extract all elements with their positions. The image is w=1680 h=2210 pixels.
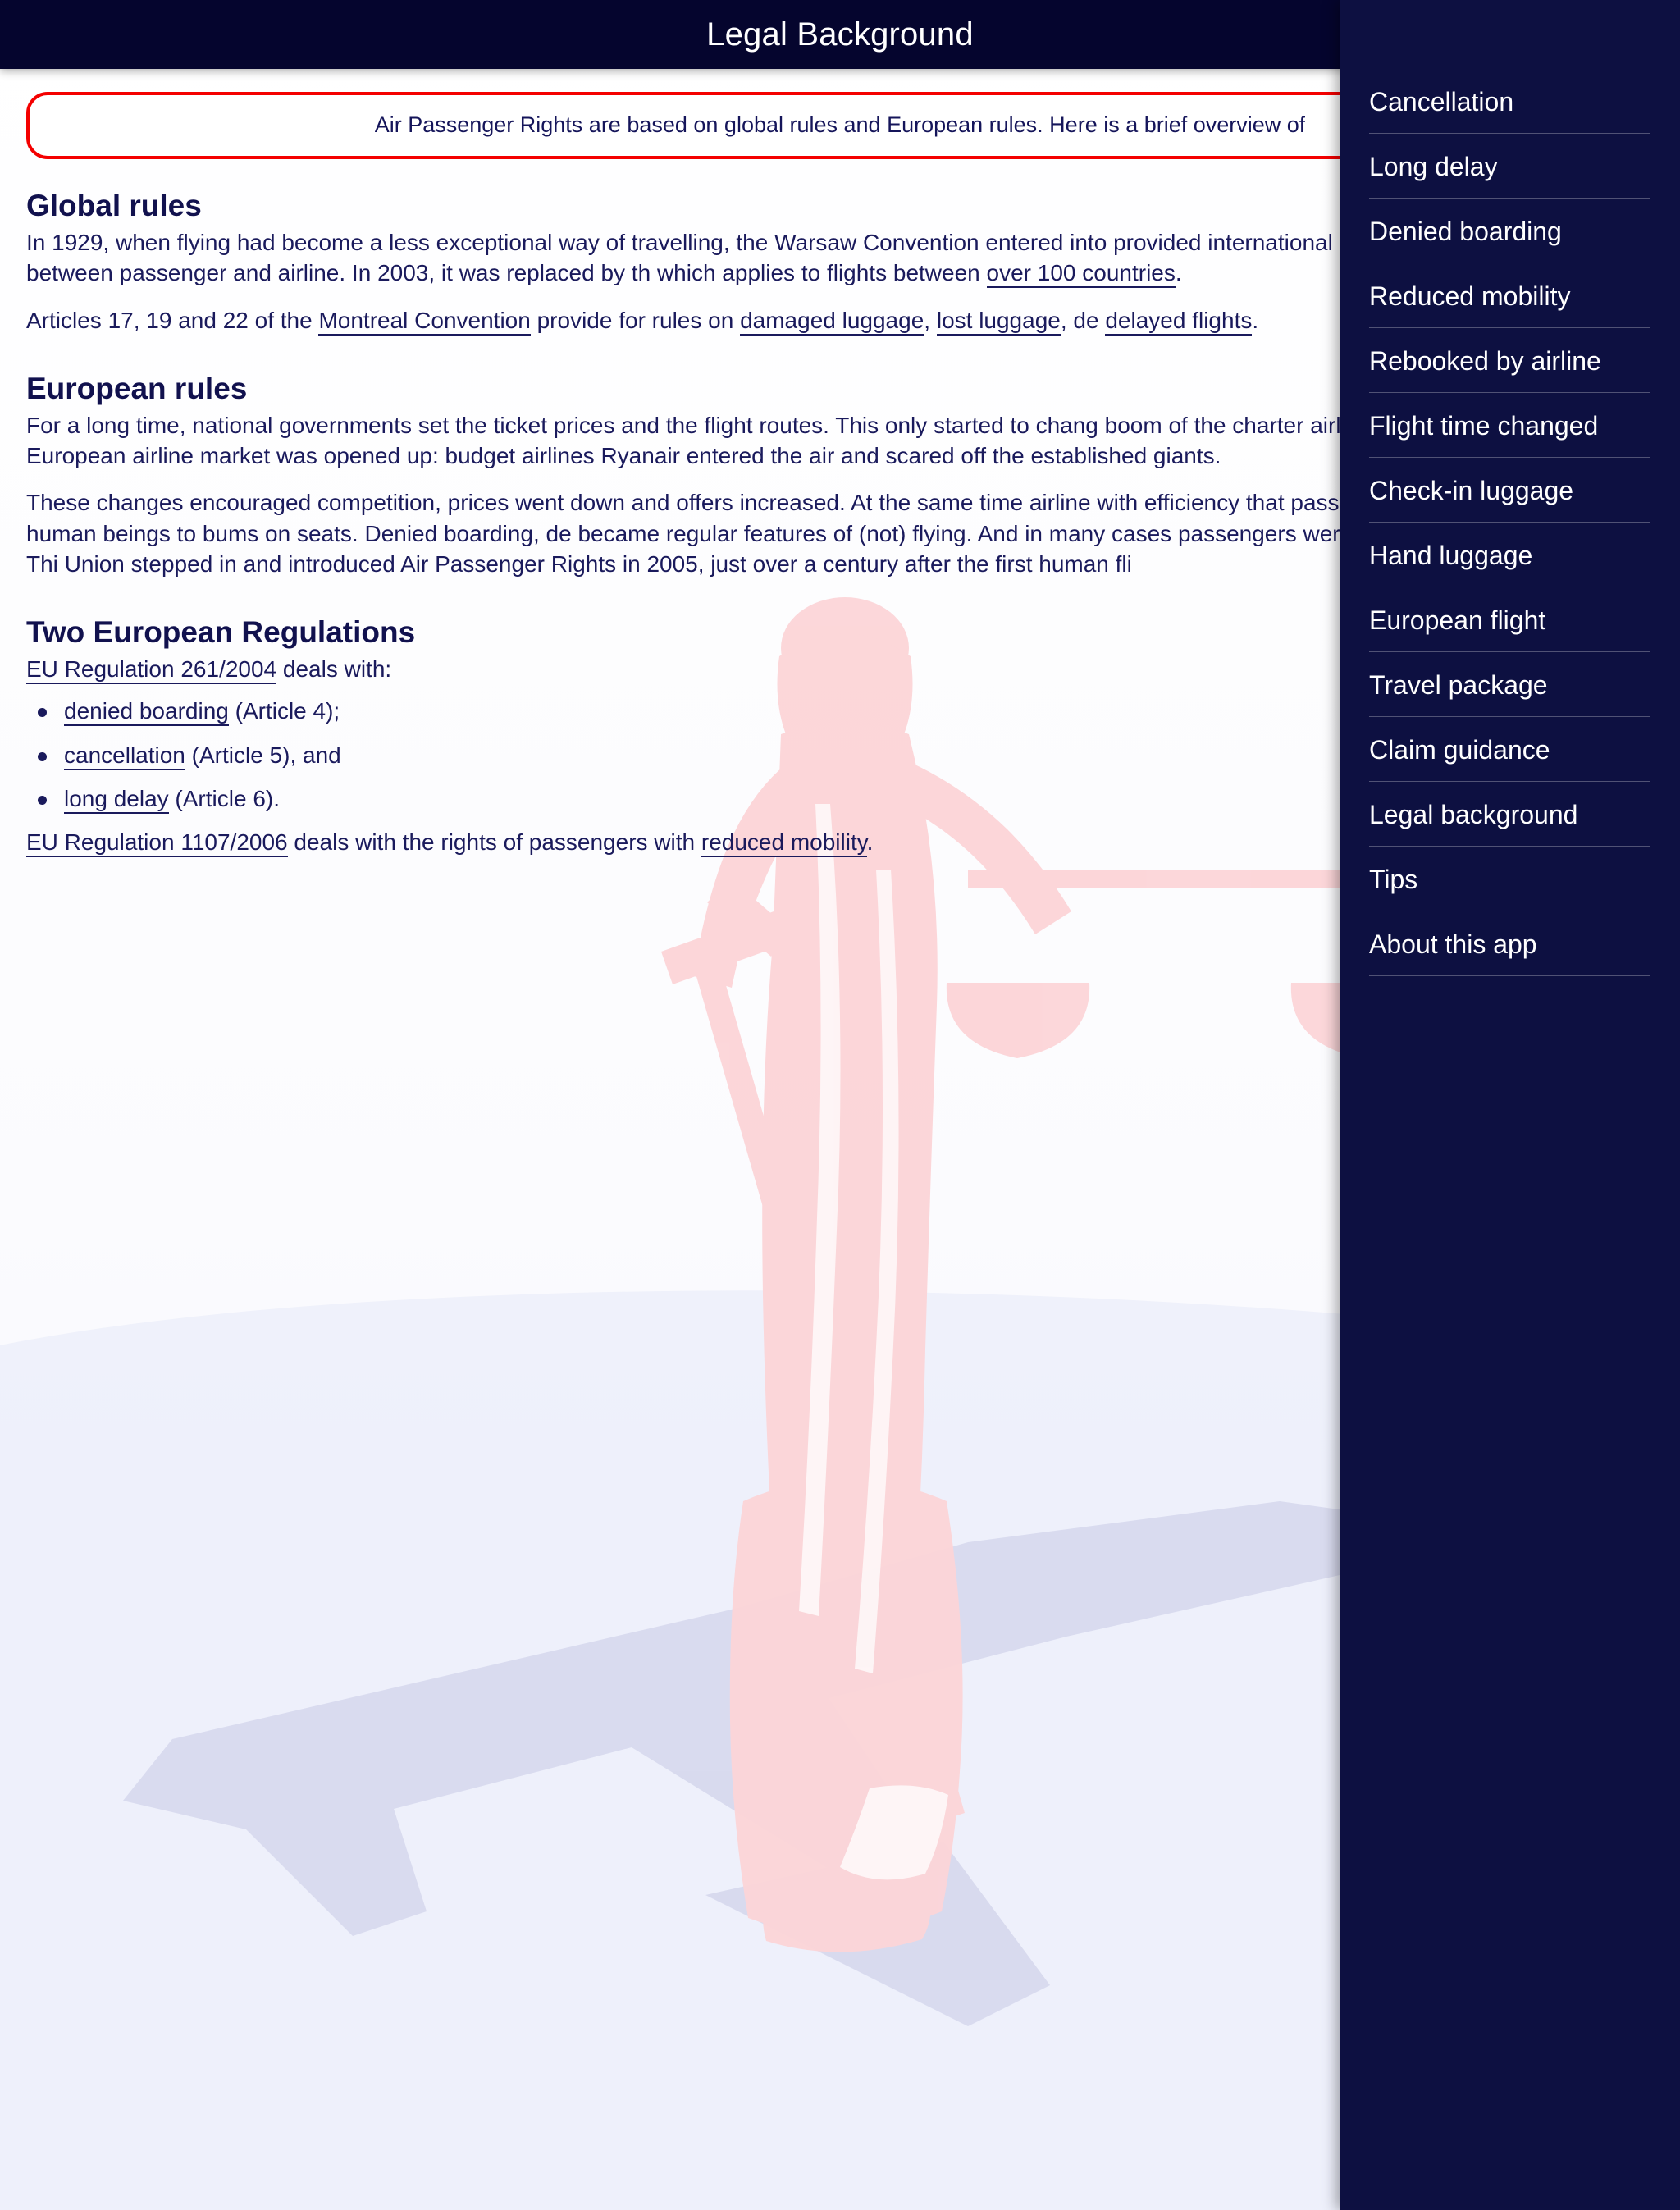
regulation-1107-mid: deals with the rights of passengers with xyxy=(287,829,701,856)
link-reduced-mobility[interactable]: reduced mobility xyxy=(701,829,867,858)
global-p2-mid2: , de xyxy=(1060,307,1099,333)
menu-item-reduced-mobility[interactable]: Reduced mobility xyxy=(1369,263,1650,328)
global-p2-mid1: provide for rules on xyxy=(530,307,741,333)
menu-item-check-in-luggage[interactable]: Check-in luggage xyxy=(1369,458,1650,523)
link-eu-regulation-261-2004[interactable]: EU Regulation 261/2004 xyxy=(26,656,277,685)
eu-p1-line1: For a long time, national governments se… xyxy=(26,412,1098,438)
eu-p1-line3: Ryanair entered the air and scared off t… xyxy=(600,443,1221,469)
link-montreal-convention[interactable]: Montreal Convention xyxy=(318,307,531,336)
eu-p2-line4: Union stepped in and introduced Air Pass… xyxy=(64,550,1132,577)
navigation-drawer-list: Cancellation Long delay Denied boarding … xyxy=(1340,0,1680,976)
menu-item-tips[interactable]: Tips xyxy=(1369,847,1650,911)
link-denied-boarding[interactable]: denied boarding xyxy=(64,698,229,727)
link-damaged-luggage[interactable]: damaged luggage xyxy=(740,307,924,336)
menu-item-hand-luggage[interactable]: Hand luggage xyxy=(1369,523,1650,587)
menu-item-european-flight[interactable]: European flight xyxy=(1369,587,1650,652)
menu-item-rebooked-by-airline[interactable]: Rebooked by airline xyxy=(1369,328,1650,393)
global-p2-prefix: Articles 17, 19 and 22 of the xyxy=(26,307,319,333)
link-cancellation[interactable]: cancellation xyxy=(64,742,185,770)
link-lost-luggage[interactable]: lost luggage xyxy=(936,307,1061,336)
navigation-drawer: Cancellation Long delay Denied boarding … xyxy=(1340,0,1680,2210)
link-long-delay[interactable]: long delay xyxy=(64,785,169,814)
global-p1-line3: which applies to flights between xyxy=(656,260,987,286)
menu-item-legal-background[interactable]: Legal background xyxy=(1369,782,1650,847)
link-delayed-flights[interactable]: delayed flights xyxy=(1105,307,1253,336)
menu-item-about-this-app[interactable]: About this app xyxy=(1369,911,1650,976)
menu-item-denied-boarding[interactable]: Denied boarding xyxy=(1369,199,1650,263)
menu-item-claim-guidance[interactable]: Claim guidance xyxy=(1369,717,1650,782)
app-root: Air Passenger Rights are based on global… xyxy=(0,0,1680,2210)
global-p2-sep: , xyxy=(924,307,937,333)
menu-item-flight-time-changed[interactable]: Flight time changed xyxy=(1369,393,1650,458)
global-p1-line1: In 1929, when flying had become a less e… xyxy=(26,230,1107,256)
bullet-0-rest: (Article 4); xyxy=(228,698,340,724)
link-eu-regulation-1107-2006[interactable]: EU Regulation 1107/2006 xyxy=(26,829,288,858)
bullet-1-rest: (Article 5), and xyxy=(185,742,341,768)
regulation-261-intro-rest: deals with: xyxy=(276,656,392,683)
global-p2-tail: . xyxy=(1252,307,1259,333)
regulation-1107-end: . xyxy=(866,829,874,856)
link-over-100-countries[interactable]: over 100 countries xyxy=(986,260,1176,289)
menu-item-travel-package[interactable]: Travel package xyxy=(1369,652,1650,717)
eu-p2-line1: These changes encouraged competition, pr… xyxy=(26,490,1091,516)
menu-item-long-delay[interactable]: Long delay xyxy=(1369,134,1650,199)
bullet-2-rest: (Article 6). xyxy=(168,785,281,811)
intro-banner-text: Air Passenger Rights are based on global… xyxy=(374,112,1306,138)
global-p1-tail: . xyxy=(1175,260,1182,286)
menu-item-cancellation[interactable]: Cancellation xyxy=(1369,69,1650,134)
page-title: Legal Background xyxy=(706,16,974,53)
